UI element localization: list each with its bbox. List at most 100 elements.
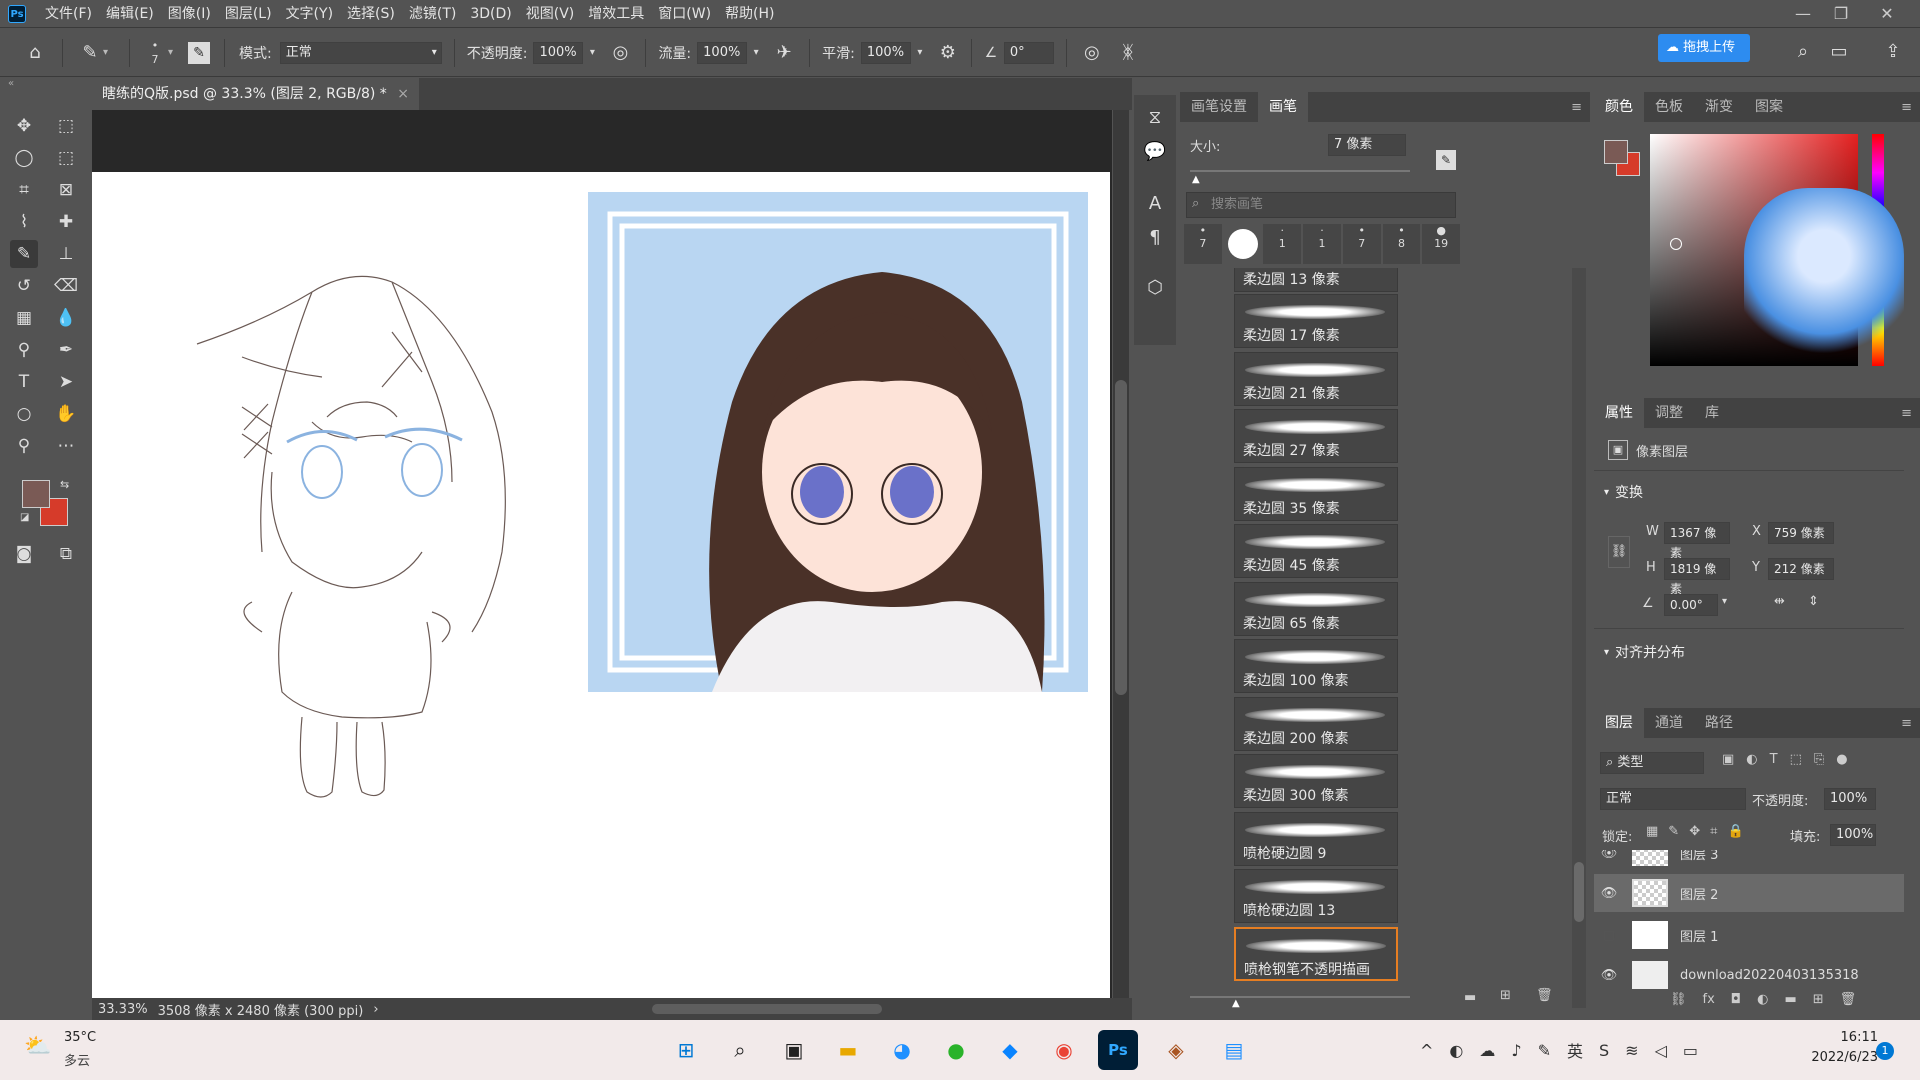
filter-toggle-icon[interactable]: ●	[1836, 752, 1847, 767]
preset-large[interactable]	[1224, 224, 1262, 264]
onedrive-icon[interactable]: ☁	[1479, 1041, 1495, 1060]
share-icon[interactable]: ⇪	[1880, 39, 1906, 65]
search-icon[interactable]: ⌕	[1790, 39, 1816, 65]
airbrush-icon[interactable]: ✈	[771, 40, 797, 66]
menu-type[interactable]: 文字(Y)	[279, 0, 340, 28]
lock-pixels-icon[interactable]: ✎	[1668, 824, 1679, 839]
filter-smart-icon[interactable]: ⎘	[1814, 752, 1824, 767]
preset-19[interactable]: ● 19	[1422, 224, 1461, 264]
close-icon[interactable]: ✕	[1864, 0, 1910, 28]
wifi-icon[interactable]: ≋	[1625, 1041, 1638, 1060]
trash-icon[interactable]: 🗑	[1840, 992, 1857, 1007]
brush-tool-icon[interactable]: ✎	[77, 40, 103, 66]
brush-preset-picker[interactable]: • 7	[142, 39, 168, 67]
eye-icon[interactable]: 👁	[1594, 886, 1624, 901]
new-layer-icon[interactable]: ⊞	[1813, 992, 1824, 1007]
start-icon[interactable]: ⊞	[666, 1030, 706, 1070]
game-icon[interactable]: ◈	[1156, 1030, 1196, 1070]
mode-select[interactable]: 正常 ▾	[279, 41, 442, 64]
scrollbar-thumb[interactable]	[1115, 380, 1127, 695]
preset-7b[interactable]: • 7	[1342, 224, 1381, 264]
menu-file[interactable]: 文件(F)	[38, 0, 99, 28]
link-layers-icon[interactable]: ⛓	[1670, 992, 1687, 1007]
swap-colors-icon[interactable]: ⇆	[60, 478, 69, 491]
size-slider-thumb[interactable]: ▲	[1192, 174, 1200, 185]
eye-icon[interactable]: 👁	[1594, 850, 1624, 861]
tab-brush-settings[interactable]: 画笔设置	[1180, 92, 1258, 122]
angle-input[interactable]: 0°	[1003, 41, 1054, 64]
chevron-down-icon[interactable]: ▾	[103, 47, 117, 58]
pen-icon[interactable]: ✎	[1538, 1041, 1551, 1060]
size-slider[interactable]	[1190, 170, 1410, 172]
blend-mode-select[interactable]: 正常	[1600, 788, 1746, 810]
brush-item-selected[interactable]: 喷枪钢笔不透明描画	[1234, 927, 1398, 981]
menu-image[interactable]: 图像(I)	[161, 0, 218, 28]
size-input[interactable]: 7 像素	[1328, 134, 1406, 156]
folder-icon[interactable]: ▬	[1464, 990, 1476, 1005]
width-input[interactable]: 1367 像素	[1664, 522, 1730, 560]
menu-layer[interactable]: 图层(L)	[218, 0, 279, 28]
layer-opacity-input[interactable]: 100%	[1824, 788, 1876, 810]
menu-plugins[interactable]: 增效工具	[581, 0, 651, 28]
pressure-size-icon[interactable]: ◎	[1079, 40, 1105, 66]
menu-3d[interactable]: 3D(D)	[463, 0, 518, 28]
rotation-input[interactable]: 0.00°	[1664, 594, 1718, 616]
flip-horizontal-icon[interactable]: ⇹	[1774, 594, 1785, 609]
chevron-up-icon[interactable]: ^	[1420, 1041, 1433, 1060]
path-select-tool-icon[interactable]: ➤	[52, 368, 80, 396]
mic-icon[interactable]: ♪	[1511, 1041, 1521, 1060]
panel-menu-icon[interactable]: ≡	[1901, 716, 1912, 731]
pen-tool-icon[interactable]: ✒	[52, 336, 80, 364]
wechat-icon[interactable]: ●	[936, 1030, 976, 1070]
ellipse-tool-icon[interactable]: ○	[10, 400, 38, 428]
tab-adjustments[interactable]: 调整	[1644, 398, 1694, 428]
height-input[interactable]: 1819 像素	[1664, 558, 1730, 596]
chevron-right-icon[interactable]: ›	[373, 1002, 378, 1017]
smoothing-input[interactable]: 100%	[860, 41, 911, 64]
layer-row-selected[interactable]: 👁 图层 2	[1594, 874, 1904, 912]
brush-preview-icon[interactable]: ✎	[1436, 150, 1456, 170]
eye-hidden-icon[interactable]: ▢	[1594, 928, 1624, 943]
gear-icon[interactable]: ⚙	[935, 40, 961, 66]
align-section-header[interactable]: ▾ 对齐并分布	[1604, 642, 1685, 662]
x-input[interactable]: 759 像素	[1768, 522, 1834, 544]
3d-panel-icon[interactable]: ⬡	[1142, 275, 1168, 301]
brush-tool-icon[interactable]: ✎	[10, 240, 38, 268]
preset-7[interactable]: • 7	[1184, 224, 1222, 264]
marquee-tool-icon[interactable]: ⬚	[52, 112, 80, 140]
filter-adjustment-icon[interactable]: ◐	[1746, 752, 1757, 767]
horizontal-scrollbar-thumb[interactable]	[652, 1004, 882, 1014]
task-view-icon[interactable]: ▣	[774, 1030, 814, 1070]
ime-icon[interactable]: 英	[1567, 1038, 1583, 1062]
battery-icon[interactable]: ▭	[1683, 1041, 1698, 1060]
file-explorer-icon[interactable]: ▬	[828, 1030, 868, 1070]
blur-tool-icon[interactable]: 💧	[52, 304, 80, 332]
lock-transparency-icon[interactable]: ▦	[1646, 824, 1658, 839]
frame-tool-icon[interactable]: ⊠	[52, 176, 80, 204]
chrome-icon[interactable]: ◉	[1044, 1030, 1084, 1070]
type-tool-icon[interactable]: T	[10, 368, 38, 396]
brush-item[interactable]: 柔边圆 45 像素	[1234, 524, 1398, 578]
menu-filter[interactable]: 滤镜(T)	[402, 0, 463, 28]
link-icon[interactable]: ⛓	[1608, 536, 1630, 568]
new-brush-icon[interactable]: ⊞	[1500, 988, 1511, 1003]
default-colors-icon[interactable]: ◪	[20, 512, 29, 523]
weather-cloud-icon[interactable]: ⛅	[24, 1034, 51, 1059]
tab-libraries[interactable]: 库	[1694, 398, 1730, 428]
zoom-readout[interactable]: 33.33%	[98, 1002, 148, 1017]
gradient-tool-icon[interactable]: ▦	[10, 304, 38, 332]
tab-properties[interactable]: 属性	[1594, 398, 1644, 428]
layer-row[interactable]: ▢ 图层 1	[1594, 916, 1904, 954]
restore-icon[interactable]: ❐	[1818, 0, 1864, 28]
paragraph-panel-icon[interactable]: ¶	[1142, 225, 1168, 251]
brush-settings-toggle-icon[interactable]: ✎	[188, 41, 210, 64]
character-panel-icon[interactable]: A	[1142, 191, 1168, 217]
image-viewer-icon[interactable]: ▤	[1214, 1030, 1254, 1070]
hand-tool-icon[interactable]: ✋	[52, 400, 80, 428]
brush-item[interactable]: 柔边圆 300 像素	[1234, 754, 1398, 808]
stamp-tool-icon[interactable]: ⊥	[52, 240, 80, 268]
brush-item[interactable]: 柔边圆 100 像素	[1234, 639, 1398, 693]
comments-panel-icon[interactable]: 💬	[1142, 139, 1168, 165]
brush-search-input[interactable]: 搜索画笔	[1186, 192, 1456, 218]
flow-input[interactable]: 100%	[697, 41, 748, 64]
